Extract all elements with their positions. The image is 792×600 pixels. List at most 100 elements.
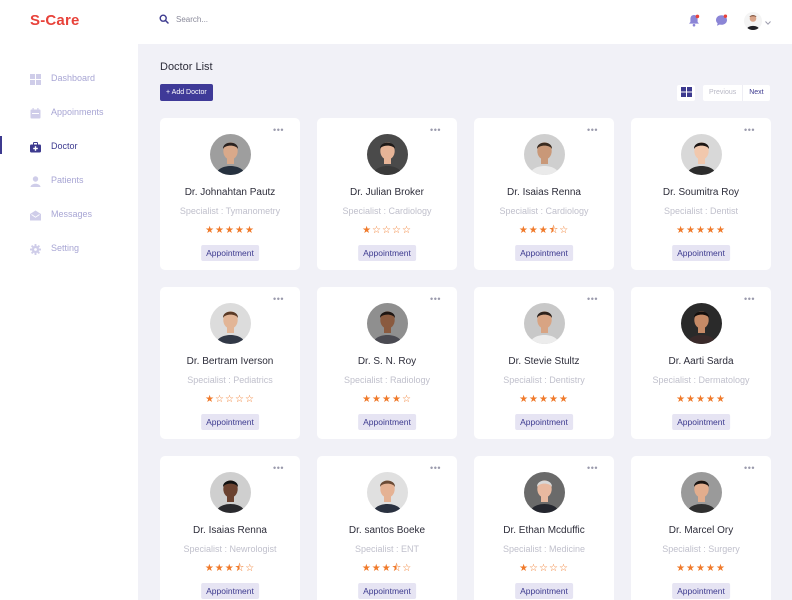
more-options-icon[interactable]: ••• (744, 464, 755, 473)
appointment-button[interactable]: Appointment (358, 245, 416, 261)
search-input[interactable] (176, 14, 376, 24)
doctor-name: Dr. Isaias Renna (193, 525, 267, 536)
add-doctor-button[interactable]: + Add Doctor (160, 84, 213, 101)
star-filled-icon: ★ (705, 563, 716, 574)
grid-view-button[interactable] (677, 85, 695, 101)
appointment-button[interactable]: Appointment (672, 414, 730, 430)
doctor-photo (524, 303, 565, 344)
sidebar-item-messages[interactable]: Messages (0, 204, 138, 224)
appointment-button[interactable]: Appointment (358, 414, 416, 430)
appointment-button[interactable]: Appointment (515, 245, 573, 261)
doctor-card[interactable]: ••• Dr. Julian Broker Specialist : Cardiol… (317, 118, 457, 270)
user-avatar[interactable] (744, 12, 762, 30)
more-options-icon[interactable]: ••• (587, 464, 598, 473)
appointment-button[interactable]: Appointment (672, 583, 730, 599)
doctor-name: Dr. S. N. Roy (357, 356, 417, 367)
sidebar-item-appointments[interactable]: Appoinments (0, 102, 138, 122)
appointment-button[interactable]: Appointment (201, 414, 259, 430)
rating-stars: ★★★⯪☆ (160, 563, 300, 575)
star-empty-icon: ☆ (234, 394, 245, 405)
more-options-icon[interactable]: ••• (744, 126, 755, 135)
chat-icon[interactable] (715, 14, 728, 32)
doctor-name: Dr. santos Boeke (348, 525, 426, 536)
star-filled-icon: ★ (548, 394, 559, 405)
doctor-specialty: Specialist : Surgery (662, 544, 740, 554)
previous-button[interactable]: Previous (703, 85, 742, 101)
rating-stars: ★★★★★ (631, 563, 771, 575)
person-icon (30, 174, 41, 187)
rating-stars: ★☆☆☆☆ (317, 225, 457, 237)
more-options-icon[interactable]: ••• (273, 295, 284, 304)
star-empty-icon: ☆ (391, 225, 402, 236)
star-empty-icon: ☆ (245, 563, 256, 574)
appointment-button[interactable]: Appointment (515, 414, 573, 430)
doctor-card[interactable]: ••• Dr. S. N. Roy Specialist : Radiology ★★… (317, 287, 457, 439)
sidebar-item-label: Doctor (51, 141, 78, 151)
star-empty-icon: ☆ (382, 225, 392, 236)
app-logo[interactable]: S-Care (30, 12, 80, 29)
chevron-down-icon[interactable] (765, 12, 771, 30)
search-box[interactable] (159, 14, 376, 24)
bell-icon[interactable] (688, 14, 700, 32)
doctor-name: Dr. Aarti Sarda (668, 356, 734, 367)
star-empty-icon: ☆ (244, 394, 255, 405)
doctor-card[interactable]: ••• Dr. Bertram Iverson Specialist : Pedia… (160, 287, 300, 439)
star-filled-icon: ★ (205, 394, 216, 405)
more-options-icon[interactable]: ••• (587, 295, 598, 304)
star-filled-icon: ★ (676, 563, 687, 574)
star-filled-icon: ★ (528, 225, 539, 236)
star-filled-icon: ★ (529, 394, 540, 405)
doctor-card[interactable]: ••• Dr. santos Boeke Specialist : ENT ★★★⯪☆… (317, 456, 457, 600)
doctor-photo (524, 472, 565, 513)
calendar-icon (30, 106, 41, 119)
star-filled-icon: ★ (362, 225, 373, 236)
doctor-specialty: Specialist : Medicine (502, 544, 586, 554)
sidebar-item-setting[interactable]: Setting (0, 238, 138, 258)
doctor-card[interactable]: ••• Dr. Ethan Mcduffic Specialist : Medici… (474, 456, 614, 600)
doctor-card[interactable]: ••• Dr. Marcel Ory Specialist : Surgery ★★★… (631, 456, 771, 600)
more-options-icon[interactable]: ••• (430, 126, 441, 135)
appointment-button[interactable]: Appointment (201, 245, 259, 261)
doctor-specialty: Specialist : Cardiology (499, 206, 589, 216)
sidebar-item-dashboard[interactable]: Dashboard (0, 68, 138, 88)
appointment-button[interactable]: Appointment (515, 583, 573, 599)
star-filled-icon: ★ (215, 225, 226, 236)
rating-stars: ★★★★★ (160, 225, 300, 237)
doctor-specialty: Specialist : Pediatrics (187, 375, 273, 385)
more-options-icon[interactable]: ••• (273, 464, 284, 473)
rating-stars: ★★★⯪☆ (317, 563, 457, 575)
doctor-card[interactable]: ••• Dr. Isaias Renna Specialist : Newrolog… (160, 456, 300, 600)
star-filled-icon: ★ (715, 225, 726, 236)
doctor-name: Dr. Bertram Iverson (186, 356, 274, 367)
star-empty-icon: ☆ (559, 225, 570, 236)
star-filled-icon: ★ (519, 394, 530, 405)
more-options-icon[interactable]: ••• (430, 295, 441, 304)
doctor-card[interactable]: ••• Dr. Johnahtan Pautz Specialist : Tyman… (160, 118, 300, 270)
doctor-specialty: Specialist : Dermatology (652, 375, 750, 385)
doctor-photo (367, 134, 408, 175)
medical-bag-icon (30, 140, 41, 153)
doctor-card[interactable]: ••• Dr. Stevie Stultz Specialist : Dentist… (474, 287, 614, 439)
sidebar-item-doctor[interactable]: Doctor (0, 136, 138, 156)
gear-icon (30, 242, 41, 255)
dashboard-icon (30, 72, 41, 85)
star-filled-icon: ★ (696, 225, 706, 236)
doctor-name: Dr. Soumitra Roy (662, 187, 740, 198)
user-menu[interactable] (744, 12, 771, 30)
sidebar-item-patients[interactable]: Patients (0, 170, 138, 190)
doctor-card[interactable]: ••• Dr. Isaias Renna Specialist : Cardiolo… (474, 118, 614, 270)
appointment-button[interactable]: Appointment (358, 583, 416, 599)
more-options-icon[interactable]: ••• (744, 295, 755, 304)
star-empty-icon: ☆ (529, 563, 540, 574)
more-options-icon[interactable]: ••• (587, 126, 598, 135)
doctor-card[interactable]: ••• Dr. Soumitra Roy Specialist : Dentist ★… (631, 118, 771, 270)
star-filled-icon: ★ (696, 394, 706, 405)
star-filled-icon: ★ (558, 394, 569, 405)
doctor-card[interactable]: ••• Dr. Aarti Sarda Specialist : Dermatolo… (631, 287, 771, 439)
more-options-icon[interactable]: ••• (430, 464, 441, 473)
appointment-button[interactable]: Appointment (672, 245, 730, 261)
star-filled-icon: ★ (539, 394, 549, 405)
next-button[interactable]: Next (742, 85, 769, 101)
appointment-button[interactable]: Appointment (201, 583, 259, 599)
more-options-icon[interactable]: ••• (273, 126, 284, 135)
